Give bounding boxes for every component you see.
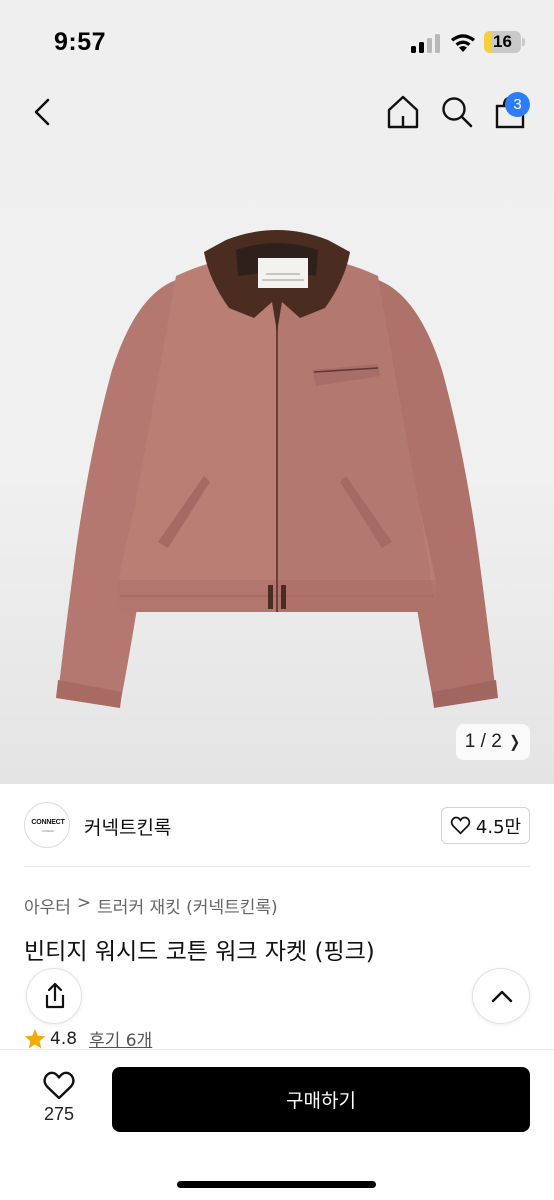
breadcrumb-subcategory[interactable]: 트러커 재킷 (커넥트킨록) <box>97 893 277 918</box>
brand-logo-subtext: CINEMA <box>42 829 54 833</box>
star-icon <box>24 1028 46 1049</box>
breadcrumb-separator: > <box>76 893 92 913</box>
brand-logo[interactable]: CONNECT CINEMA <box>24 802 70 848</box>
page-indicator-text: 1 / 2 <box>464 731 502 752</box>
divider <box>24 866 530 867</box>
search-icon[interactable] <box>437 92 477 132</box>
cellular-signal-icon <box>411 33 441 53</box>
status-bar: 9:57 16 <box>0 0 554 80</box>
home-indicator <box>177 1181 376 1188</box>
buy-button[interactable]: 구매하기 <box>112 1067 530 1132</box>
chevron-right-icon: ❯ <box>509 734 520 751</box>
image-page-indicator[interactable]: 1 / 2 ❯ <box>456 724 530 760</box>
rating-row: 4.8 후기 6개 <box>24 1026 152 1051</box>
battery-level: 16 <box>493 32 512 51</box>
chevron-up-icon <box>491 990 513 1003</box>
status-time: 9:57 <box>54 28 107 56</box>
heart-icon <box>450 816 471 835</box>
home-icon[interactable] <box>383 92 423 132</box>
battery-icon: 16 <box>484 31 526 53</box>
brand-like-count: 4.5만 <box>475 816 522 838</box>
wishlist-count: 275 <box>43 1104 75 1124</box>
back-button[interactable] <box>26 92 60 132</box>
product-image-gallery[interactable] <box>0 80 554 784</box>
share-icon <box>45 982 65 1009</box>
wifi-icon <box>451 34 475 52</box>
brand-like-button[interactable]: 4.5만 <box>441 807 530 844</box>
product-image <box>56 230 498 708</box>
cart-count-badge: 3 <box>505 92 530 117</box>
rating-value: 4.8 <box>50 1028 78 1049</box>
review-link[interactable]: 후기 6개 <box>89 1026 152 1051</box>
brand-logo-text: CONNECT <box>31 819 65 826</box>
breadcrumb-category[interactable]: 아우터 <box>24 893 71 918</box>
scroll-top-button[interactable] <box>472 968 530 1024</box>
product-title: 빈티지 워시드 코튼 워크 자켓 (핑크) <box>24 939 375 965</box>
brand-name[interactable]: 커넥트킨록 <box>84 813 171 840</box>
heart-icon <box>43 1071 75 1100</box>
breadcrumb: 아우터 > 트러커 재킷 (커넥트킨록) <box>24 893 278 918</box>
share-button[interactable] <box>26 968 82 1024</box>
